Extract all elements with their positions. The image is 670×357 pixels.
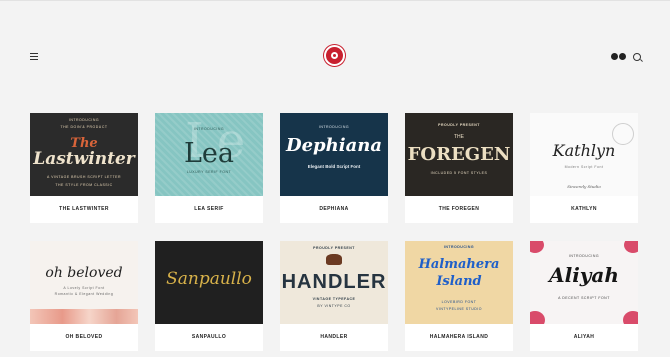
stamp-graphic <box>612 123 634 145</box>
product-card-the-foregen[interactable]: PROUDLY PRESENT THE FOREGEN INCLUDED 5 F… <box>405 113 513 223</box>
product-card-halmahera-island[interactable]: INTRODUCING Halmahera Island LOVEBIRD FO… <box>405 241 513 351</box>
thumb-title: Island <box>436 274 482 289</box>
thumb-text: A VINTAGE BRUSH SCRIPT LETTER <box>46 175 122 179</box>
product-card-kathlyn[interactable]: Kathlyn Modern Script Font Sincerely Stu… <box>530 113 638 223</box>
product-title[interactable]: DEPHIANA <box>280 196 388 223</box>
dribbble-icon[interactable] <box>611 53 618 60</box>
thumb-text: VINTYPELINE STUDIO <box>436 307 482 311</box>
product-title[interactable]: THE LASTWINTER <box>30 196 138 223</box>
thumb-text: PROUDLY PRESENT <box>438 123 480 127</box>
product-thumbnail: INTRODUCING Dephiana Elegant Bold Script… <box>280 113 388 196</box>
thumb-title: FOREGEN <box>407 144 511 165</box>
flowers-graphic <box>530 311 545 324</box>
thumb-text: Elegant Bold Script Font <box>307 164 361 169</box>
thumb-text: LOVEBIRD FONT <box>441 300 477 304</box>
product-card-handler[interactable]: PROUDLY PRESENT HANDLER VINTAGE TYPEFACE… <box>280 241 388 351</box>
product-thumbnail: PROUDLY PRESENT THE FOREGEN INCLUDED 5 F… <box>405 113 513 196</box>
thumb-title: oh beloved <box>45 265 123 281</box>
product-title[interactable]: SANPAULLO <box>155 324 263 351</box>
product-card-aliyah[interactable]: INTRODUCING Aliyah A DECENT SCRIPT FONT … <box>530 241 638 351</box>
product-thumbnail: Le INTRODUCING Lea LUXURY SERIF FONT <box>155 113 263 196</box>
thumb-title: Lea <box>183 138 234 169</box>
thumb-text: INTRODUCING <box>68 118 100 122</box>
product-title[interactable]: HANDLER <box>280 324 388 351</box>
product-title[interactable]: OH BELOVED <box>30 324 138 351</box>
product-card-sanpaullo[interactable]: Sanpaullo SANPAULLO <box>155 241 263 351</box>
thumb-text: INCLUDED 5 FONT STYLES <box>430 171 488 175</box>
product-thumbnail: INTRODUCING THE DOIN'& PRODUCT The Lastw… <box>30 113 138 196</box>
thumb-text: BY VINTYPE CO <box>317 304 351 308</box>
bear-icon <box>326 254 342 265</box>
thumb-text: INTRODUCING <box>193 127 225 131</box>
search-icon[interactable] <box>633 53 641 61</box>
thumb-title: Kathlyn <box>552 141 616 160</box>
thumb-title: Lastwinter <box>33 149 135 169</box>
thumb-title: HANDLER <box>281 271 387 293</box>
thumb-text: THE DOIN'& PRODUCT <box>60 125 108 129</box>
product-title[interactable]: ALIYAH <box>530 324 638 351</box>
product-card-the-lastwinter[interactable]: INTRODUCING THE DOIN'& PRODUCT The Lastw… <box>30 113 138 223</box>
product-title[interactable]: KATHLYN <box>530 196 638 223</box>
product-thumbnail: INTRODUCING Halmahera Island LOVEBIRD FO… <box>405 241 513 324</box>
thumb-text: INTRODUCING <box>318 125 350 129</box>
thumb-title: Aliyah <box>549 263 619 287</box>
thumb-text: A DECENT SCRIPT FONT <box>558 296 610 300</box>
product-title[interactable]: THE FOREGEN <box>405 196 513 223</box>
product-thumbnail: Kathlyn Modern Script Font Sincerely Stu… <box>530 113 638 196</box>
product-thumbnail: INTRODUCING Aliyah A DECENT SCRIPT FONT <box>530 241 638 324</box>
product-thumbnail: oh beloved A Lovely Script Font Romantic… <box>30 241 138 324</box>
thumb-text: INTRODUCING <box>568 254 600 258</box>
thumb-text: Sincerely Studio <box>567 184 601 189</box>
flowers-graphic <box>624 241 638 253</box>
product-card-dephiana[interactable]: INTRODUCING Dephiana Elegant Bold Script… <box>280 113 388 223</box>
brand-logo[interactable] <box>324 45 345 66</box>
product-thumbnail: PROUDLY PRESENT HANDLER VINTAGE TYPEFACE… <box>280 241 388 324</box>
product-title[interactable]: LEA SERIF <box>155 196 263 223</box>
product-thumbnail: Sanpaullo <box>155 241 263 324</box>
thumb-text: THE STYLE FROM CLASSIC <box>55 183 113 187</box>
product-card-lea-serif[interactable]: Le INTRODUCING Lea LUXURY SERIF FONT LEA… <box>155 113 263 223</box>
thumb-text: THE <box>454 134 464 140</box>
thumb-title: Halmahera <box>418 257 500 272</box>
top-divider <box>0 0 670 1</box>
thumb-text: INTRODUCING <box>443 245 475 249</box>
flowers-graphic <box>30 309 138 324</box>
behance-icon[interactable] <box>619 53 626 60</box>
thumb-text: LUXURY SERIF FONT <box>186 170 232 174</box>
thumb-text: VINTAGE TYPEFACE <box>312 297 356 301</box>
thumb-text: PROUDLY PRESENT <box>313 246 355 250</box>
thumb-title: Sanpaullo <box>166 269 252 289</box>
thumb-text: Modern Script Font <box>564 165 604 169</box>
thumb-text: A Lovely Script Font <box>63 286 105 290</box>
product-title[interactable]: HALMAHERA ISLAND <box>405 324 513 351</box>
product-card-oh-beloved[interactable]: oh beloved A Lovely Script Font Romantic… <box>30 241 138 351</box>
thumb-title: Dephiana <box>286 135 382 156</box>
hamburger-menu-icon[interactable] <box>30 53 38 60</box>
flowers-graphic <box>530 241 544 253</box>
flowers-graphic <box>623 311 638 324</box>
thumb-text: Romantic & Elegant Wedding <box>54 292 114 296</box>
